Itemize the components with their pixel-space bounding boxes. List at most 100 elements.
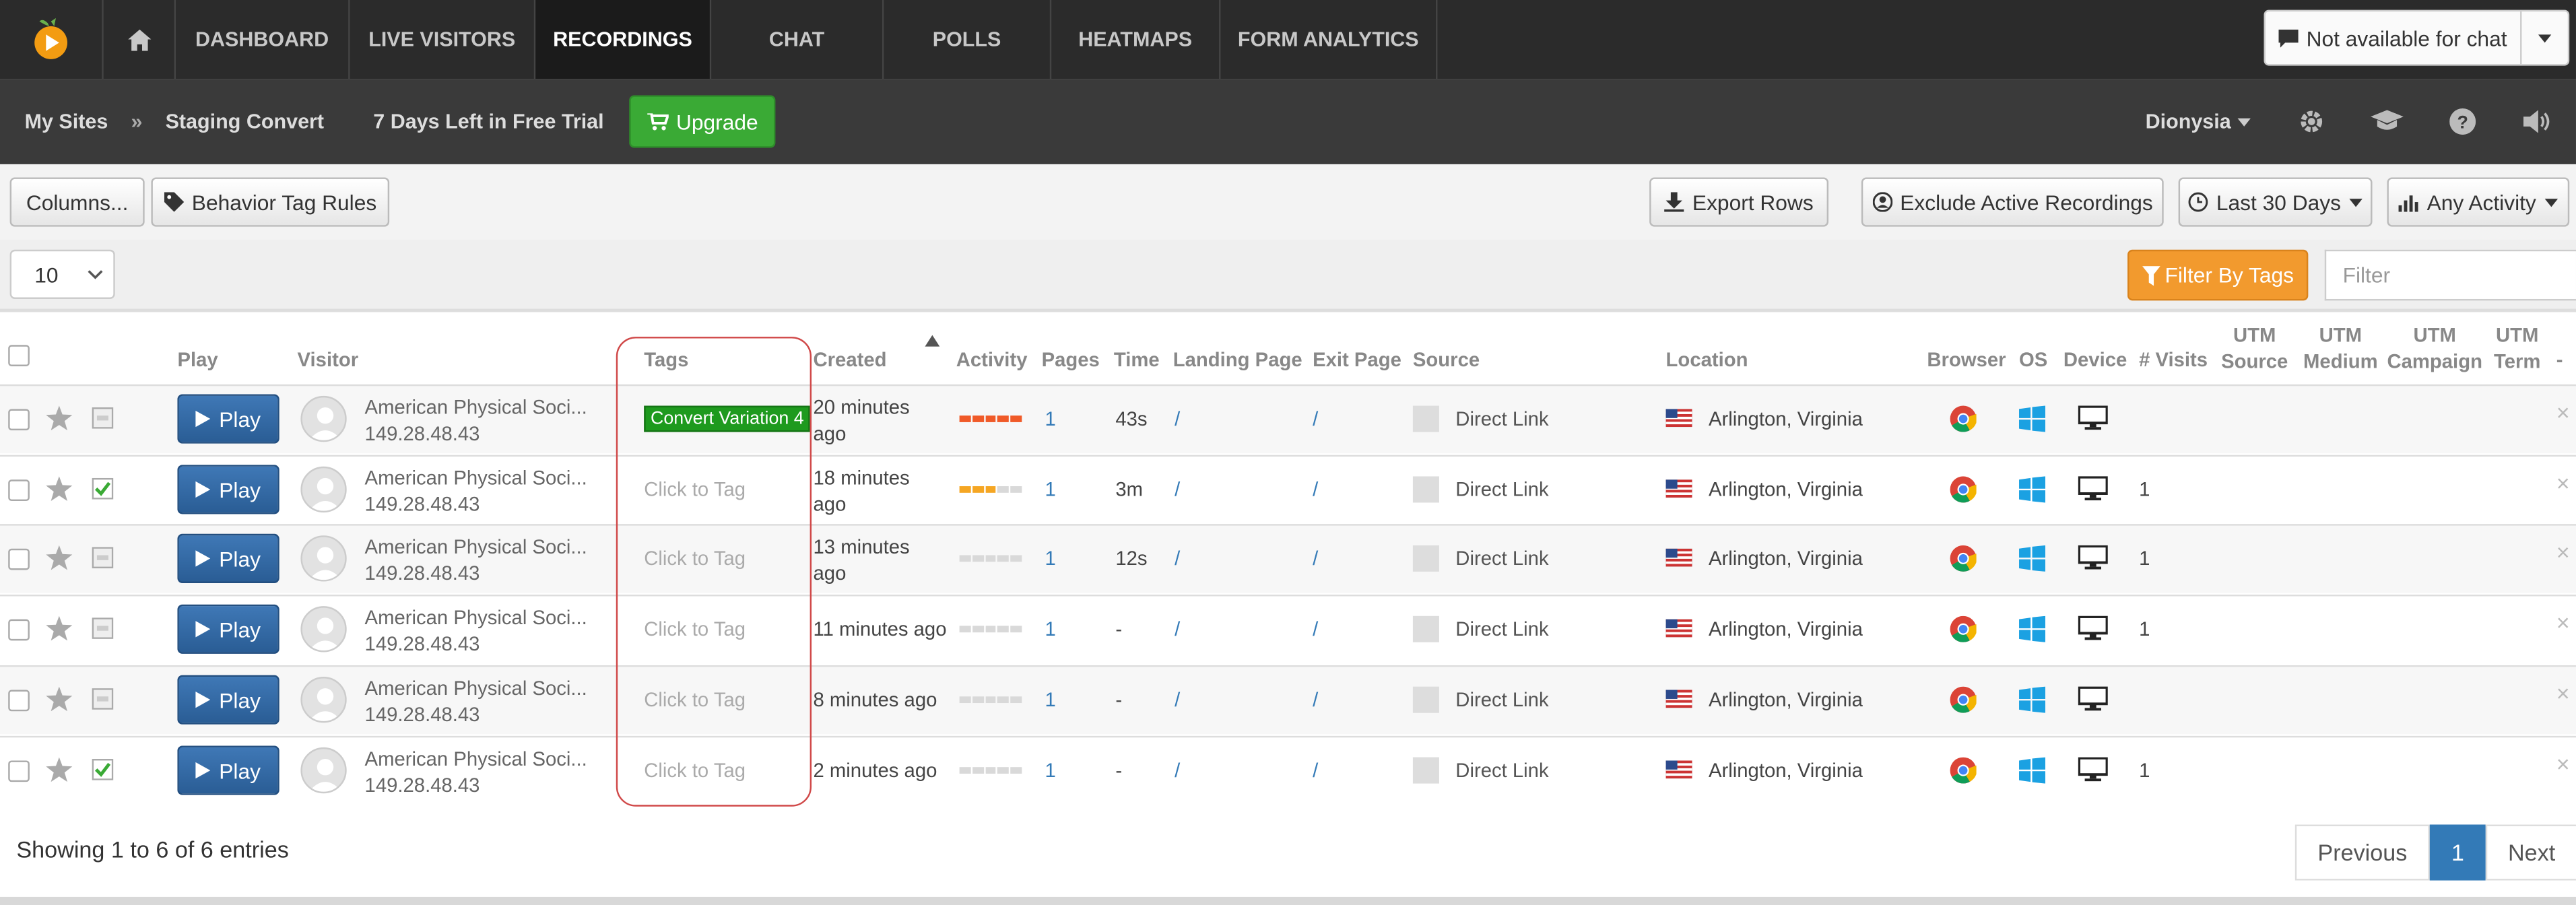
exit-page-link[interactable]: / (1313, 478, 1318, 501)
pagination-page-1[interactable]: 1 (2429, 824, 2486, 881)
star-icon[interactable] (46, 545, 73, 570)
exit-page-link[interactable]: / (1313, 759, 1318, 782)
visitor-info[interactable]: American Physical Soci... 149.28.48.43 (365, 605, 587, 657)
col-device[interactable]: Device (2063, 348, 2127, 371)
landing-page-link[interactable]: / (1175, 688, 1180, 711)
nav-heatmaps[interactable]: HEATMAPS (1051, 0, 1221, 79)
row-checkbox[interactable] (8, 690, 30, 712)
nav-chat[interactable]: CHAT (711, 0, 884, 79)
col-source[interactable]: Source (1413, 348, 1480, 371)
exit-page-link[interactable]: / (1313, 547, 1318, 570)
tag-badge[interactable]: Convert Variation 4 (644, 405, 811, 432)
delete-recording-button[interactable]: × (2556, 680, 2570, 706)
landing-page-link[interactable]: / (1175, 478, 1180, 501)
col-exit-page[interactable]: Exit Page (1313, 348, 1401, 371)
nav-recordings[interactable]: RECORDINGS (535, 0, 712, 79)
col-activity[interactable]: Activity (956, 348, 1028, 371)
col-utm-source[interactable]: UTM Source (2221, 322, 2288, 374)
app-logo[interactable] (0, 0, 104, 79)
exclude-active-recordings-button[interactable]: Exclude Active Recordings (1861, 177, 2164, 227)
help-button[interactable]: ? (2425, 79, 2501, 164)
col-landing-page[interactable]: Landing Page (1173, 348, 1302, 371)
play-recording-button[interactable]: Play (177, 675, 279, 725)
pages-count[interactable]: 1 (1045, 407, 1055, 430)
user-menu[interactable]: Dionysia (2146, 110, 2251, 133)
col-time[interactable]: Time (1114, 348, 1160, 371)
my-sites-link[interactable]: My Sites (25, 110, 108, 133)
play-recording-button[interactable]: Play (177, 745, 279, 795)
delete-recording-button[interactable]: × (2556, 470, 2570, 496)
col-play[interactable]: Play (177, 348, 218, 371)
row-checkbox[interactable] (8, 619, 30, 641)
settings-button[interactable] (2274, 79, 2349, 164)
nav-dashboard[interactable]: DASHBOARD (176, 0, 350, 79)
pages-count[interactable]: 1 (1045, 478, 1055, 501)
star-icon[interactable] (46, 686, 73, 712)
date-range-dropdown[interactable]: Last 30 Days (2178, 177, 2373, 227)
exit-page-link[interactable]: / (1313, 407, 1318, 430)
site-name[interactable]: Staging Convert (166, 110, 325, 133)
delete-recording-button[interactable]: × (2556, 539, 2570, 565)
landing-page-link[interactable]: / (1175, 759, 1180, 782)
pages-count[interactable]: 1 (1045, 688, 1055, 711)
export-rows-button[interactable]: Export Rows (1649, 177, 1829, 227)
col-utm-campaign[interactable]: UTM Campaign (2387, 322, 2482, 374)
star-icon[interactable] (46, 757, 73, 782)
visitor-info[interactable]: American Physical Soci... 149.28.48.43 (365, 465, 587, 517)
col-visitor[interactable]: Visitor (298, 348, 359, 371)
behavior-tag-rules-button[interactable]: Behavior Tag Rules (151, 177, 390, 227)
col-location[interactable]: Location (1666, 348, 1748, 371)
visitor-info[interactable]: American Physical Soci... 149.28.48.43 (365, 745, 587, 798)
activity-filter-dropdown[interactable]: Any Activity (2387, 177, 2570, 227)
star-icon[interactable] (46, 615, 73, 641)
chat-status-button[interactable]: Not available for chat (2266, 11, 2520, 64)
click-to-tag[interactable]: Click to Tag (644, 617, 746, 640)
click-to-tag[interactable]: Click to Tag (644, 478, 746, 501)
star-icon[interactable] (46, 476, 73, 502)
pages-count[interactable]: 1 (1045, 547, 1055, 570)
exit-page-link[interactable]: / (1313, 617, 1318, 640)
landing-page-link[interactable]: / (1175, 617, 1180, 640)
training-button[interactable] (2349, 79, 2424, 164)
delete-recording-button[interactable]: × (2556, 399, 2570, 426)
play-recording-button[interactable]: Play (177, 604, 279, 654)
landing-page-link[interactable]: / (1175, 547, 1180, 570)
col-visits[interactable]: # Visits (2139, 348, 2208, 371)
pagination-next[interactable]: Next (2485, 824, 2576, 881)
select-all-checkbox[interactable] (8, 345, 30, 366)
col-browser[interactable]: Browser (1927, 348, 2006, 371)
home-nav-button[interactable] (104, 0, 176, 79)
play-recording-button[interactable]: Play (177, 394, 279, 444)
chat-status-dropdown[interactable]: Not available for chat (2264, 9, 2570, 66)
exit-page-link[interactable]: / (1313, 688, 1318, 711)
sound-button[interactable] (2501, 79, 2576, 164)
visitor-info[interactable]: American Physical Soci... 149.28.48.43 (365, 394, 587, 446)
play-recording-button[interactable]: Play (177, 533, 279, 583)
filter-by-tags-button[interactable]: Filter By Tags (2127, 249, 2309, 301)
row-checkbox[interactable] (8, 479, 30, 502)
col-created[interactable]: Created (814, 348, 887, 371)
chat-status-caret[interactable] (2520, 11, 2568, 65)
visitor-info[interactable]: American Physical Soci... 149.28.48.43 (365, 534, 587, 586)
nav-polls[interactable]: POLLS (884, 0, 1052, 79)
page-size-select[interactable]: 10 (9, 249, 115, 299)
play-recording-button[interactable]: Play (177, 465, 279, 514)
row-checkbox[interactable] (8, 409, 30, 431)
delete-recording-button[interactable]: × (2556, 751, 2570, 777)
click-to-tag[interactable]: Click to Tag (644, 759, 746, 782)
pagination-previous[interactable]: Previous (2294, 824, 2430, 881)
upgrade-button[interactable]: Upgrade (628, 95, 777, 148)
nav-live-visitors[interactable]: LIVE VISITORS (350, 0, 536, 79)
col-pages[interactable]: Pages (1042, 348, 1100, 371)
col-utm-term[interactable]: UTM Term (2494, 322, 2540, 374)
pages-count[interactable]: 1 (1045, 617, 1055, 640)
row-checkbox[interactable] (8, 548, 30, 570)
delete-recording-button[interactable]: × (2556, 609, 2570, 636)
nav-form-analytics[interactable]: FORM ANALYTICS (1220, 0, 1438, 79)
filter-input[interactable]: Filter (2324, 249, 2576, 301)
col-os[interactable]: OS (2019, 348, 2047, 371)
click-to-tag[interactable]: Click to Tag (644, 547, 746, 570)
col-tags[interactable]: Tags (644, 348, 688, 371)
pages-count[interactable]: 1 (1045, 759, 1055, 782)
star-icon[interactable] (46, 405, 73, 431)
